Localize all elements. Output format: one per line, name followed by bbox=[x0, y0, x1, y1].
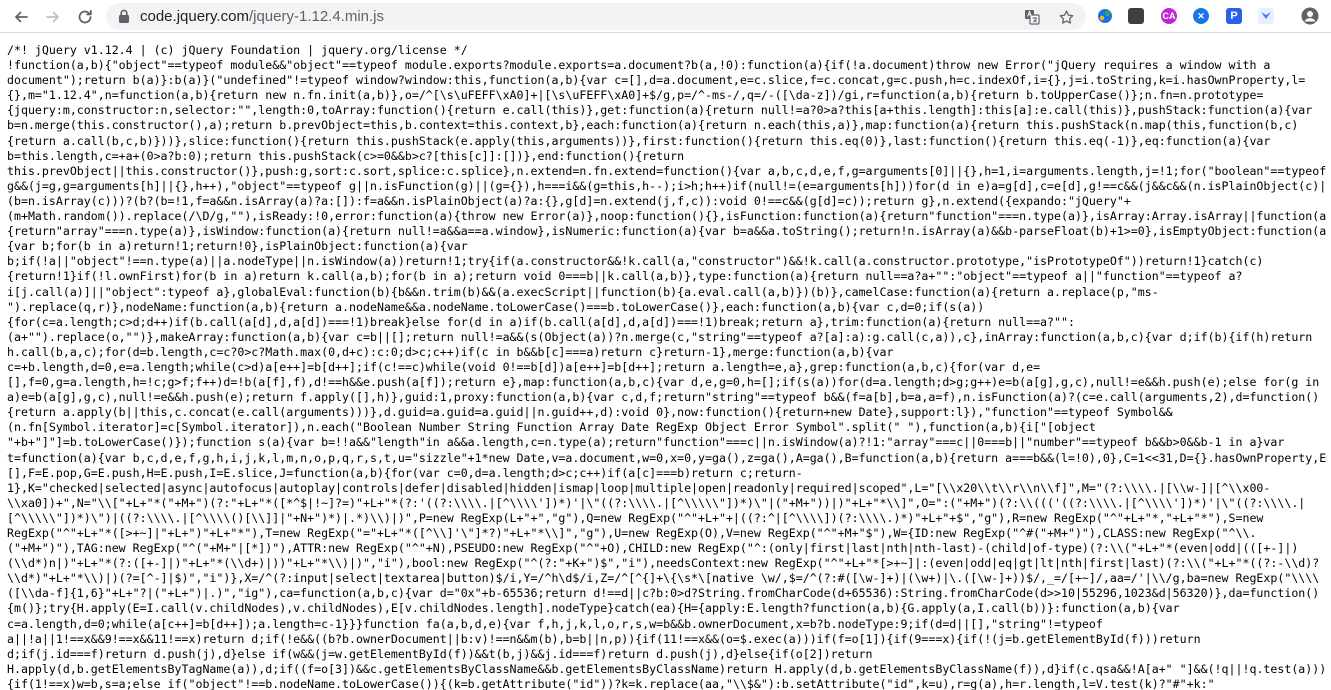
code-line: ("+M+")"),TAG:new RegExp("^("+M+"|[*])")… bbox=[7, 541, 1299, 556]
code-line: H.apply(d,b.getElementsByTagName(a)),d;i… bbox=[7, 661, 1327, 676]
reload-button[interactable] bbox=[74, 6, 96, 28]
code-line: /*! jQuery v1.12.4 | (c) jQuery Foundati… bbox=[7, 43, 468, 57]
code-line: {return!1}if(!l.ownFirst)for(b in a)retu… bbox=[7, 269, 1243, 284]
reload-icon bbox=[78, 9, 92, 24]
code-line: {var b;for(b in a)return!1;return!0},isP… bbox=[7, 239, 468, 254]
code-line: b=n.merge(this.constructor(),a);return b… bbox=[7, 118, 1299, 133]
code-line: !function(a,b){"object"==typeof module&&… bbox=[7, 58, 1271, 73]
code-line: a||!a||1!==x&&9!==x&&11!==x)return d;if(… bbox=[7, 631, 1201, 646]
code-line: \\d*)"+L+"*\\)|)(?=[^-]|$)","i")},X=/^(?… bbox=[7, 571, 1320, 586]
code-line: (n.fn[Symbol.iterator]=c[Symbol.iterator… bbox=[7, 420, 1096, 435]
code-line: b=this.length,c=+a+(0>a?b:0);return this… bbox=[7, 148, 685, 163]
arrow-right-icon bbox=[46, 11, 59, 23]
back-button[interactable] bbox=[10, 6, 32, 28]
source-code: /*! jQuery v1.12.4 | (c) jQuery Foundati… bbox=[7, 43, 1327, 690]
code-line: [],f=0,g=a.length,h=!c;g>f;f++)d=!b(a[f]… bbox=[7, 375, 1320, 390]
code-line: g&&(j=g,g=arguments[h]||{},h++),"object"… bbox=[7, 178, 1327, 193]
star-icon bbox=[1059, 9, 1073, 24]
code-line: \\xa0])+",N="\\["+L+"*("+M+")(?:"+L+"*([… bbox=[7, 495, 1306, 510]
code-line: ").replace(q,r)},nodeName:function(a,b){… bbox=[7, 299, 985, 314]
ext-p-icon[interactable]: P bbox=[1226, 8, 1242, 24]
code-line: {},m="1.12.4",n=function(a,b){return new… bbox=[7, 88, 1264, 103]
url-host: code.jquery.com bbox=[140, 8, 249, 25]
address-bar[interactable]: code.jquery.com/jquery-1.12.4.min.js bbox=[106, 3, 1086, 30]
code-line: {return"array"===n.type(a)},isWindow:fun… bbox=[7, 224, 1327, 239]
ext-colorpicker-icon[interactable] bbox=[1097, 8, 1113, 24]
code-line: b;if(!a||"object"!==n.type(a)||a.nodeTyp… bbox=[7, 254, 1264, 269]
code-line: ([\\da-f]{1,6}"+L+"?|("+L+")|.)","ig"),c… bbox=[7, 586, 1320, 601]
code-line: 1},K="checked|selected|async|autofocus|a… bbox=[7, 480, 1271, 495]
url-text[interactable]: code.jquery.com/jquery-1.12.4.min.js bbox=[140, 8, 384, 25]
ext-ca-icon[interactable]: CA bbox=[1161, 8, 1177, 24]
translate-icon bbox=[1025, 10, 1040, 25]
code-line: (m+Math.random()).replace(/\D/g,""),isRe… bbox=[7, 209, 1327, 224]
code-line: this.prevObject||this.constructor()},pus… bbox=[7, 163, 1327, 178]
code-line: [],F=E.pop,G=E.push,H=E.push,I=E.slice,J… bbox=[7, 465, 803, 480]
browser-toolbar: code.jquery.com/jquery-1.12.4.min.js CA … bbox=[0, 0, 1331, 33]
forward-button[interactable] bbox=[42, 6, 64, 28]
code-line: c=a.length,d=0;while(a[c++]=b[d++]);a.le… bbox=[7, 616, 1103, 631]
code-line: {return a.apply(b||this,c.concat(e.call(… bbox=[7, 405, 1173, 420]
code-line: [^\\\\\"])*)\")|((?:\\\\.|[^\\\\()[\\]]|… bbox=[7, 510, 1264, 525]
code-line: d;if(j.id===f)return d.push(j),d}else if… bbox=[7, 646, 873, 661]
bookmark-star-button[interactable] bbox=[1056, 7, 1076, 27]
code-line: {return a.call(b,c,b)}))},slice:function… bbox=[7, 133, 1271, 148]
ext-bird-icon[interactable] bbox=[1258, 8, 1274, 24]
code-line: (b=n.isArray(c)))?(b?(b=!1,f=a&&n.isArra… bbox=[7, 193, 1131, 208]
code-line: (\\d*)n|)"+L+"*(?:([+-]|)"+L+"*(\\d+)|))… bbox=[7, 556, 1320, 571]
code-line: (a+"").replace(o,"")},makeArray:function… bbox=[7, 329, 1313, 344]
code-line: c=+b.length,d=0,e=a.length;while(c>d)a[e… bbox=[7, 359, 1041, 374]
ext-dark-icon[interactable] bbox=[1128, 8, 1144, 24]
code-line: {if(1!==x)w=b,s=a;else if("object"!==b.n… bbox=[7, 676, 1215, 690]
arrow-left-icon bbox=[15, 11, 28, 23]
page-content: /*! jQuery v1.12.4 | (c) jQuery Foundati… bbox=[0, 33, 1331, 690]
code-line: i[j.call(a)]||"object":typeof a},globalE… bbox=[7, 284, 1159, 299]
code-line: document");return b(a)}:b(a)}("undefined… bbox=[7, 73, 1306, 88]
code-line: {jquery:m,constructor:n,selector:"",leng… bbox=[7, 103, 1313, 118]
code-line: RegExp("^"+L+"*([>+~]|"+L+")"+L+"*"),T=n… bbox=[7, 526, 1257, 540]
code-line: {m()};try{H.apply(E=I.call(v.childNodes)… bbox=[7, 601, 1180, 616]
code-line: {for(c=a.length;c>d;d++)if(b.call(a[d],d… bbox=[7, 314, 1075, 329]
profile-avatar-icon[interactable] bbox=[1301, 7, 1319, 25]
code-line: t=function(a){var b,c,d,e,f,g,h,i,j,k,l,… bbox=[7, 450, 1327, 465]
code-line: a)e=b(a[g],g,c),null!=e&&h.push(e);retur… bbox=[7, 390, 1320, 405]
code-line: "+b+"]"]=b.toLowerCase()});function s(a)… bbox=[7, 435, 1285, 450]
code-line: h.call(b,a,c);for(d=b.length,c=c?0>c?Mat… bbox=[7, 344, 894, 359]
lock-icon bbox=[119, 9, 129, 23]
translate-button[interactable] bbox=[1022, 7, 1042, 27]
ext-x-icon[interactable]: ✕ bbox=[1193, 8, 1209, 24]
url-path: /jquery-1.12.4.min.js bbox=[248, 8, 385, 25]
